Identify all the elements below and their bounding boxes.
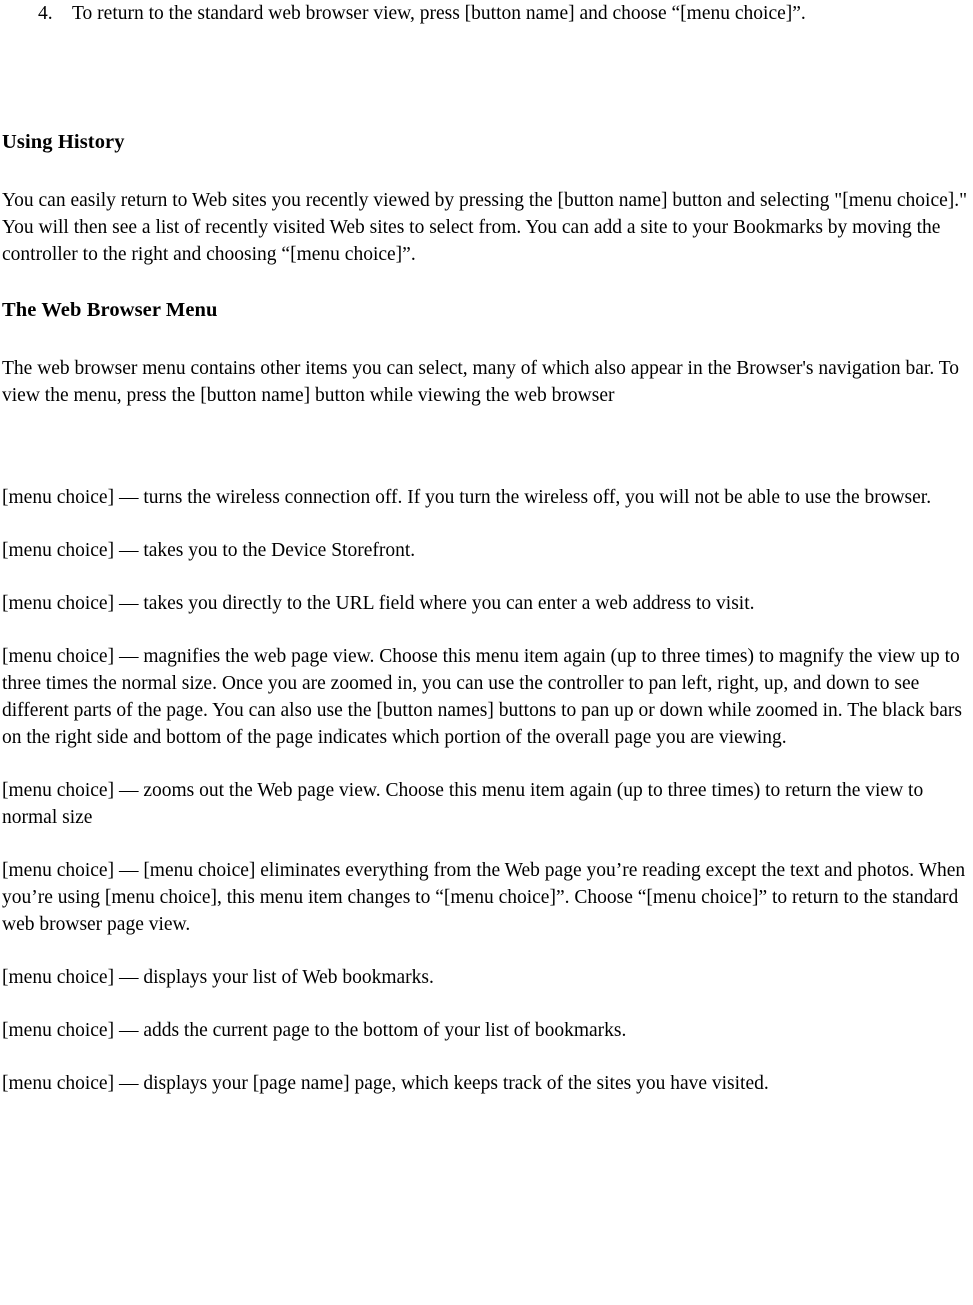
list-item-marker: 4. bbox=[38, 3, 53, 24]
menu-item-description: [menu choice] — takes you to the Device … bbox=[2, 540, 416, 561]
document-body: 4. To return to the standard web browser… bbox=[0, 0, 973, 1097]
document-page: 4. To return to the standard web browser… bbox=[0, 0, 973, 1305]
menu-item-description: [menu choice] — magnifies the web page v… bbox=[2, 646, 962, 748]
list-item-text: To return to the standard web browser vi… bbox=[72, 3, 806, 24]
menu-item-description: [menu choice] — takes you directly to th… bbox=[2, 593, 755, 614]
menu-item-description: [menu choice] — turns the wireless conne… bbox=[2, 487, 932, 508]
paragraph-using-history: You can easily return to Web sites you r… bbox=[2, 190, 968, 265]
menu-item-description: [menu choice] — adds the current page to… bbox=[2, 1020, 627, 1041]
menu-item-description: [menu choice] — zooms out the Web page v… bbox=[2, 780, 924, 828]
menu-item-description: [menu choice] — [menu choice] eliminates… bbox=[2, 860, 966, 935]
numbered-list: 4. To return to the standard web browser… bbox=[2, 0, 970, 27]
paragraph-web-browser-menu: The web browser menu contains other item… bbox=[2, 358, 960, 406]
menu-item-description: [menu choice] — displays your [page name… bbox=[2, 1073, 769, 1094]
section-heading-using-history: Using History bbox=[2, 131, 125, 153]
section-heading-web-browser-menu: The Web Browser Menu bbox=[2, 299, 218, 321]
list-item: 4. To return to the standard web browser… bbox=[2, 0, 970, 27]
menu-item-description: [menu choice] — displays your list of We… bbox=[2, 967, 434, 988]
